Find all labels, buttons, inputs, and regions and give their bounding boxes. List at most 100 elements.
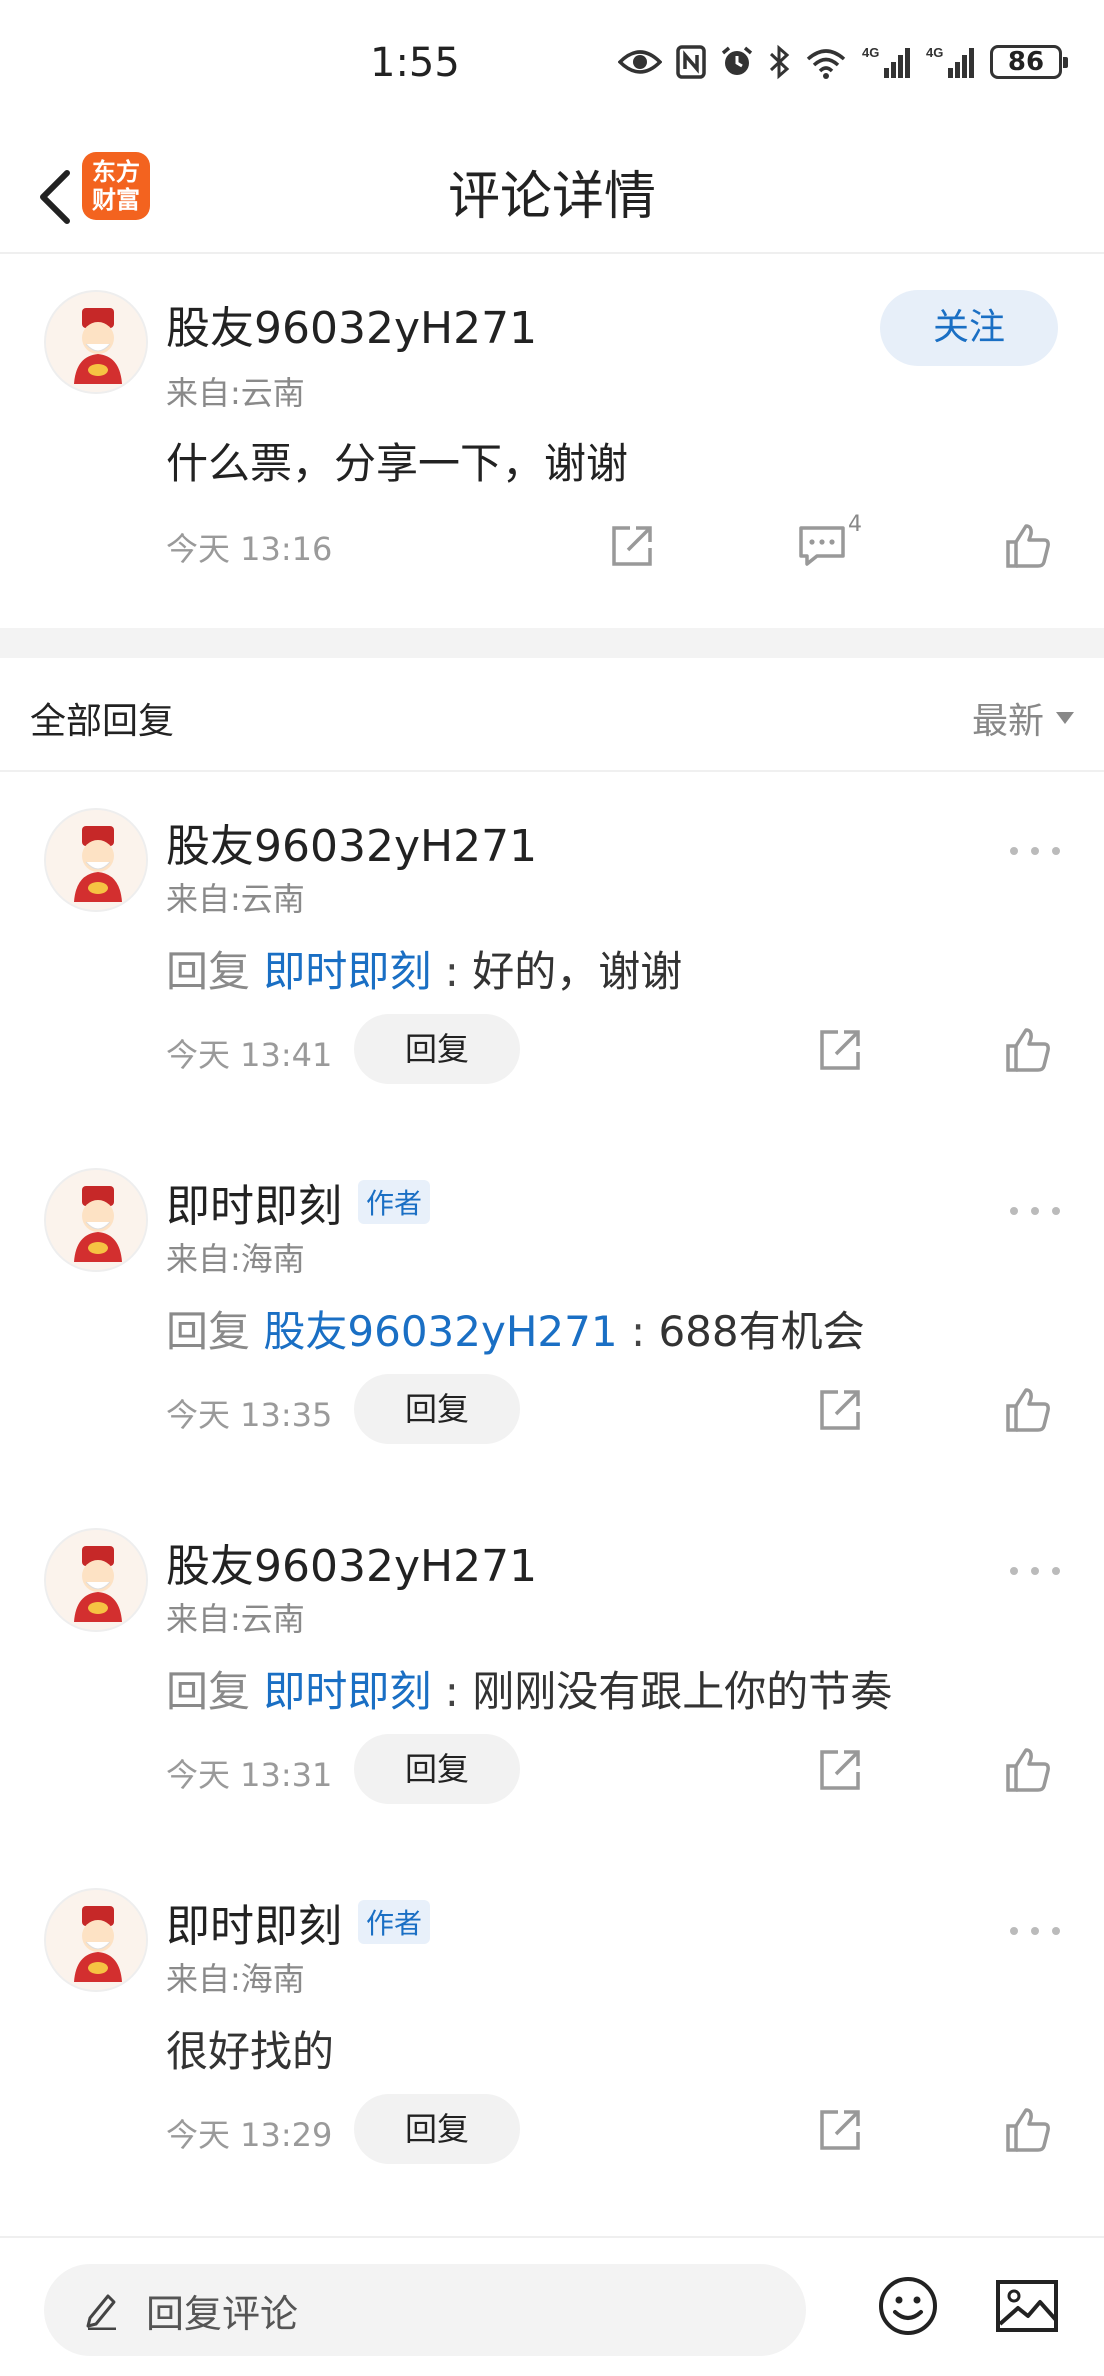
svg-text:4G: 4G	[926, 45, 943, 60]
share-button[interactable]	[812, 1742, 868, 1798]
reply-username[interactable]: 即时即刻	[166, 1890, 342, 1954]
share-button[interactable]	[604, 518, 660, 574]
caret-down-icon	[1056, 712, 1074, 724]
eye-icon	[618, 50, 662, 74]
thumbs-up-icon	[1006, 1388, 1050, 1432]
more-options-button[interactable]	[1010, 1196, 1060, 1226]
signal-icon-2: 4G	[926, 45, 974, 78]
emoji-button[interactable]	[876, 2274, 940, 2338]
logo-text-line2: 财富	[92, 186, 140, 214]
image-button[interactable]	[994, 2274, 1060, 2338]
like-button[interactable]	[1000, 1382, 1056, 1438]
reply-comment-input[interactable]: 回复评论	[44, 2264, 806, 2356]
wifi-icon	[806, 49, 846, 79]
avatar[interactable]	[44, 1168, 148, 1272]
reply-input-placeholder: 回复评论	[146, 2291, 299, 2336]
reply-username[interactable]: 股友96032yH271	[166, 1530, 537, 1594]
main-post-time: 今天 13:16	[166, 530, 333, 568]
nfc-icon	[676, 45, 706, 79]
status-icons: 4G 4G 86	[618, 44, 1068, 80]
reply-location: 来自:云南	[166, 880, 305, 918]
page-title: 评论详情	[447, 167, 656, 227]
svg-text:4G: 4G	[862, 45, 879, 60]
reply-button[interactable]: 回复	[354, 1014, 520, 1084]
reply-body: 刚刚没有跟上你的节奏	[472, 1667, 893, 1716]
share-icon	[820, 1030, 860, 1070]
reply-body: 好的，谢谢	[472, 947, 683, 996]
bluetooth-icon	[769, 44, 790, 80]
reply-item: 股友96032yH271 来自:云南 回复 即时即刻 : 好的，谢谢 今天 13…	[0, 774, 1104, 1134]
reply-target-user[interactable]: 股友96032yH271	[263, 1307, 617, 1356]
reply-content: 很好找的	[166, 2018, 334, 2079]
more-dots-icon	[1010, 1567, 1018, 1575]
share-button[interactable]	[812, 2102, 868, 2158]
share-button[interactable]	[812, 1382, 868, 1438]
more-options-button[interactable]	[1010, 1916, 1060, 1946]
more-dots-icon	[1010, 1927, 1018, 1935]
reply-item: 股友96032yH271 来自:云南 回复 即时即刻 : 刚刚没有跟上你的节奏 …	[0, 1494, 1104, 1854]
back-button[interactable]	[20, 152, 90, 242]
comment-icon	[799, 526, 845, 566]
thumbs-up-icon	[1006, 1748, 1050, 1792]
author-badge: 作者	[358, 1900, 431, 1944]
reply-time: 今天 13:29	[166, 2116, 333, 2154]
reply-content: 回复 股友96032yH271 : 688有机会	[166, 1298, 865, 1359]
reply-prefix: 回复	[166, 1307, 251, 1356]
reply-separator: :	[431, 947, 473, 996]
like-button[interactable]	[1000, 1022, 1056, 1078]
reply-time: 今天 13:31	[166, 1756, 333, 1794]
status-bar: 1:55 4G 4G 86	[0, 0, 1104, 140]
follow-button[interactable]: 关注	[880, 290, 1058, 366]
reply-body: 很好找的	[166, 2027, 335, 2076]
main-post: 股友96032yH271 来自:云南 关注 什么票，分享一下，谢谢 今天 13:…	[0, 256, 1104, 628]
comment-count: 4	[848, 512, 862, 537]
reply-username[interactable]: 股友96032yH271	[166, 810, 537, 874]
pencil-icon	[86, 2294, 116, 2330]
thumbs-up-icon	[1006, 524, 1050, 568]
avatar[interactable]	[44, 808, 148, 912]
share-icon	[820, 1390, 860, 1430]
replies-title: 全部回复	[30, 701, 175, 742]
reply-content: 回复 即时即刻 : 刚刚没有跟上你的节奏	[166, 1658, 892, 1719]
like-button[interactable]	[1000, 1742, 1056, 1798]
thumbs-up-icon	[1006, 2108, 1050, 2152]
main-post-content: 什么票，分享一下，谢谢	[166, 439, 629, 488]
avatar[interactable]	[44, 1528, 148, 1632]
avatar-god-of-wealth-icon	[46, 1170, 146, 1270]
more-dots-icon	[1010, 847, 1018, 855]
signal-icon-1: 4G	[862, 45, 910, 78]
avatar[interactable]	[44, 290, 148, 394]
share-icon	[612, 526, 652, 566]
reply-target-user[interactable]: 即时即刻	[263, 947, 431, 996]
share-icon	[820, 2110, 860, 2150]
avatar-god-of-wealth-icon	[46, 292, 146, 392]
reply-target-user[interactable]: 即时即刻	[263, 1667, 431, 1716]
reply-button[interactable]: 回复	[354, 2094, 520, 2164]
reply-prefix: 回复	[166, 947, 251, 996]
reply-item: 即时即刻 作者 来自:海南 回复 股友96032yH271 : 688有机会 今…	[0, 1134, 1104, 1494]
reply-username[interactable]: 即时即刻	[166, 1170, 342, 1234]
main-post-location: 来自:云南	[166, 374, 305, 412]
alarm-icon	[721, 46, 753, 75]
section-divider	[0, 628, 1104, 658]
thumbs-up-icon	[1006, 1028, 1050, 1072]
more-options-button[interactable]	[1010, 1556, 1060, 1586]
main-post-username[interactable]: 股友96032yH271	[166, 292, 537, 356]
reply-button[interactable]: 回复	[354, 1734, 520, 1804]
more-options-button[interactable]	[1010, 836, 1060, 866]
bottom-bar: 回复评论	[0, 2236, 1104, 2376]
sort-dropdown[interactable]: 最新	[972, 692, 1074, 744]
like-button[interactable]	[1000, 2102, 1056, 2158]
reply-prefix: 回复	[166, 1667, 251, 1716]
title-bar: 评论详情 东方 财富	[0, 140, 1104, 254]
share-button[interactable]	[812, 1022, 868, 1078]
avatar-god-of-wealth-icon	[46, 810, 146, 910]
app-logo[interactable]: 东方 财富	[82, 152, 150, 220]
like-button[interactable]	[1000, 518, 1056, 574]
logo-text-line1: 东方	[92, 158, 140, 186]
reply-button[interactable]: 回复	[354, 1374, 520, 1444]
avatar[interactable]	[44, 1888, 148, 1992]
comment-button[interactable]	[794, 518, 850, 574]
reply-time: 今天 13:41	[166, 1036, 333, 1074]
avatar-god-of-wealth-icon	[46, 1890, 146, 1990]
